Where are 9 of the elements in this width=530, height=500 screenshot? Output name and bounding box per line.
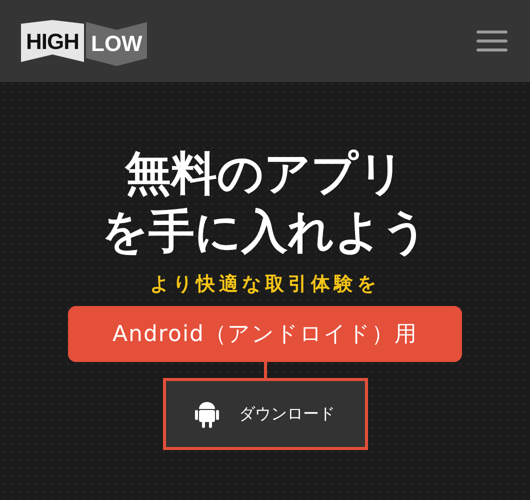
hero-title: を手に入れよう: [102, 203, 428, 260]
hero-title: 無料のアプリ: [125, 145, 405, 202]
android-callout: Android（アンドロイド）用: [68, 306, 462, 362]
logo-high[interactable]: HIGH: [21, 20, 84, 62]
menu-icon[interactable]: [476, 29, 508, 53]
hero-subtitle: より快適な取引体験を: [150, 272, 380, 296]
android-icon: [195, 399, 219, 429]
logo-low[interactable]: LOW: [86, 22, 148, 66]
download-button[interactable]: ダウンロード: [162, 378, 368, 450]
